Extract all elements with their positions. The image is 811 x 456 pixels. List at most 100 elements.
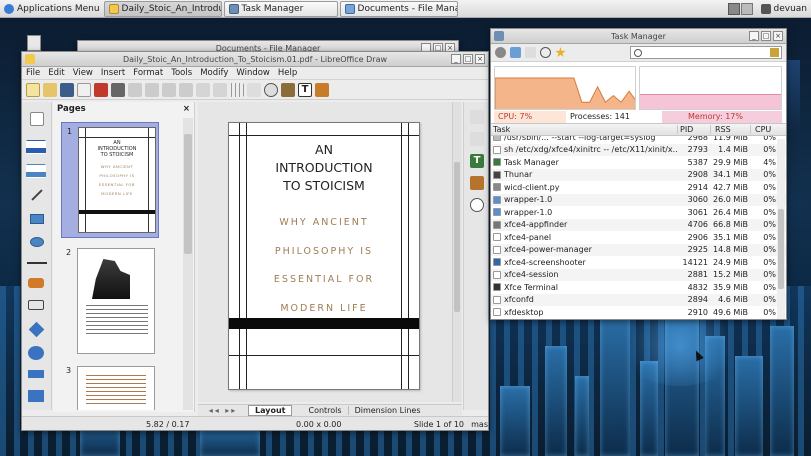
clear-search-icon[interactable] — [770, 48, 779, 57]
process-row[interactable]: xfce4-panel 2906 35.1 MiB 0% — [491, 231, 786, 244]
menu-file[interactable]: File — [26, 68, 40, 78]
view-options-icon[interactable] — [510, 47, 521, 58]
column-cpu[interactable]: CPU — [750, 125, 778, 134]
tab-dimension-lines[interactable]: Dimension Lines — [349, 406, 427, 415]
taskbar-item-task-manager[interactable]: Task Manager — [223, 0, 338, 17]
minimize-button[interactable]: _ — [749, 31, 759, 41]
styles-icon[interactable] — [470, 132, 484, 146]
process-row[interactable]: wrapper-1.0 3060 26.0 MiB 0% — [491, 193, 786, 206]
minimize-button[interactable]: _ — [451, 54, 461, 64]
paste-icon[interactable] — [162, 82, 176, 97]
pages-scrollbar[interactable] — [183, 118, 193, 410]
fontwork-icon[interactable] — [315, 82, 329, 97]
process-row[interactable]: sh /etc/xdg/xfce4/xinitrc -- /etc/X11/xi… — [491, 143, 786, 156]
process-list-scrollbar[interactable] — [777, 139, 785, 319]
select-arrow-icon[interactable] — [30, 112, 44, 126]
new-document-icon[interactable] — [26, 82, 40, 97]
print-icon[interactable] — [111, 82, 125, 97]
column-pid[interactable]: PID — [677, 125, 710, 134]
process-row[interactable]: Xfce Terminal 4832 35.9 MiB 0% — [491, 281, 786, 294]
clone-formatting-icon[interactable] — [179, 82, 193, 97]
user-menu[interactable]: devuan — [757, 1, 811, 17]
process-list: /usr/sbin/... --start --log-target=syslo… — [491, 136, 786, 319]
canvas-area[interactable]: AN INTRODUCTION TO STOICISM WHY ANCIENT … — [198, 102, 462, 402]
process-row[interactable]: /usr/sbin/... --start --log-target=syslo… — [491, 136, 786, 144]
tab-layout[interactable]: Layout — [248, 405, 293, 416]
menu-window[interactable]: Window — [236, 68, 270, 78]
navigator-icon[interactable] — [470, 198, 484, 212]
ellipse-icon[interactable] — [30, 237, 44, 247]
star-icon[interactable] — [555, 47, 566, 58]
process-row[interactable]: xfdesktop 2910 49.6 MiB 0% — [491, 306, 786, 319]
menu-insert[interactable]: Insert — [101, 68, 125, 78]
process-row[interactable]: xfce4-session 2881 15.2 MiB 0% — [491, 268, 786, 281]
cut-icon[interactable] — [128, 82, 142, 97]
export-icon[interactable] — [77, 82, 91, 97]
flowchart-icon[interactable] — [28, 390, 44, 402]
maximize-button[interactable]: □ — [761, 31, 771, 41]
page-thumbnail-3[interactable]: 3 — [61, 362, 159, 410]
text-box-icon[interactable]: T — [298, 82, 312, 97]
process-row[interactable]: xfce4-power-manager 2925 14.8 MiB 0% — [491, 243, 786, 256]
search-input[interactable] — [630, 46, 782, 59]
close-icon[interactable]: × — [183, 102, 190, 116]
applications-menu[interactable]: Applications Menu — [0, 1, 104, 17]
curve-icon[interactable] — [28, 278, 44, 288]
crosshair-icon[interactable] — [540, 47, 551, 58]
process-row[interactable]: xfconfd 2894 4.6 MiB 0% — [491, 293, 786, 306]
process-tree-icon[interactable] — [525, 47, 536, 58]
menu-modify[interactable]: Modify — [200, 68, 228, 78]
taskbar-item-file-manager[interactable]: Documents - File Manager — [339, 0, 458, 17]
image-icon[interactable] — [281, 82, 295, 97]
column-rss[interactable]: RSS — [710, 125, 750, 134]
taskbar-item-draw[interactable]: Daily_Stoic_An_Introduc... — [103, 0, 222, 17]
properties-icon[interactable] — [470, 110, 484, 124]
styles-T-icon[interactable]: T — [470, 154, 484, 168]
desktop-file-icon[interactable] — [27, 35, 41, 51]
block-arrows-icon[interactable] — [28, 370, 44, 378]
process-row[interactable]: wicd-client.py 2914 42.7 MiB 0% — [491, 181, 786, 194]
slide-page[interactable]: AN INTRODUCTION TO STOICISM WHY ANCIENT … — [228, 122, 420, 390]
helplines-icon[interactable] — [247, 82, 261, 97]
draw-titlebar[interactable]: Daily_Stoic_An_Introduction_To_Stoicism.… — [22, 52, 488, 67]
process-row[interactable]: Task Manager 5387 29.9 MiB 4% — [491, 156, 786, 169]
canvas-vertical-scrollbar[interactable] — [452, 102, 461, 402]
grid-icon[interactable] — [230, 82, 244, 97]
save-icon[interactable] — [60, 82, 74, 97]
arrow-line-icon[interactable] — [27, 262, 47, 264]
process-row[interactable]: Thunar 2908 34.1 MiB 0% — [491, 168, 786, 181]
zoom-icon[interactable] — [264, 82, 278, 97]
rectangle-icon[interactable] — [30, 214, 44, 224]
page-thumbnail-1[interactable]: 1 AN INTRODUCTION TO STOICISM WHY ANCIENT P… — [61, 122, 159, 238]
symbol-shapes-icon[interactable] — [28, 346, 44, 360]
redo-icon[interactable] — [213, 82, 227, 97]
menu-help[interactable]: Help — [278, 68, 297, 78]
gallery-icon[interactable] — [470, 176, 484, 190]
gear-icon[interactable] — [495, 47, 506, 58]
column-task[interactable]: Task — [491, 125, 677, 134]
line-tool-icon[interactable] — [31, 189, 43, 201]
line-color-icon[interactable] — [26, 140, 46, 154]
menu-format[interactable]: Format — [133, 68, 163, 78]
undo-icon[interactable] — [196, 82, 210, 97]
close-button[interactable]: × — [773, 31, 783, 41]
export-pdf-icon[interactable] — [94, 82, 108, 97]
maximize-button[interactable]: □ — [463, 54, 473, 64]
workspace-switcher[interactable] — [724, 1, 757, 17]
open-folder-icon[interactable] — [43, 82, 57, 97]
tab-nav-arrows[interactable]: ◂◂ ▸▸ — [198, 406, 248, 415]
close-button[interactable]: × — [475, 54, 485, 64]
process-row[interactable]: xfce4-appfinder 4706 66.8 MiB 0% — [491, 218, 786, 231]
menu-view[interactable]: View — [73, 68, 93, 78]
menu-tools[interactable]: Tools — [171, 68, 192, 78]
basic-shapes-icon[interactable] — [28, 321, 45, 338]
task-manager-titlebar[interactable]: Task Manager _ □ × — [491, 29, 786, 44]
fill-color-icon[interactable] — [26, 164, 46, 178]
tab-controls[interactable]: Controls — [302, 406, 349, 415]
menu-edit[interactable]: Edit — [48, 68, 64, 78]
page-thumbnail-2[interactable]: 2 — [61, 244, 159, 356]
process-row[interactable]: xfce4-screenshooter 14121 24.9 MiB 0% — [491, 256, 786, 269]
process-row[interactable]: wrapper-1.0 3061 26.4 MiB 0% — [491, 206, 786, 219]
connector-icon[interactable] — [28, 300, 44, 310]
copy-icon[interactable] — [145, 82, 159, 97]
